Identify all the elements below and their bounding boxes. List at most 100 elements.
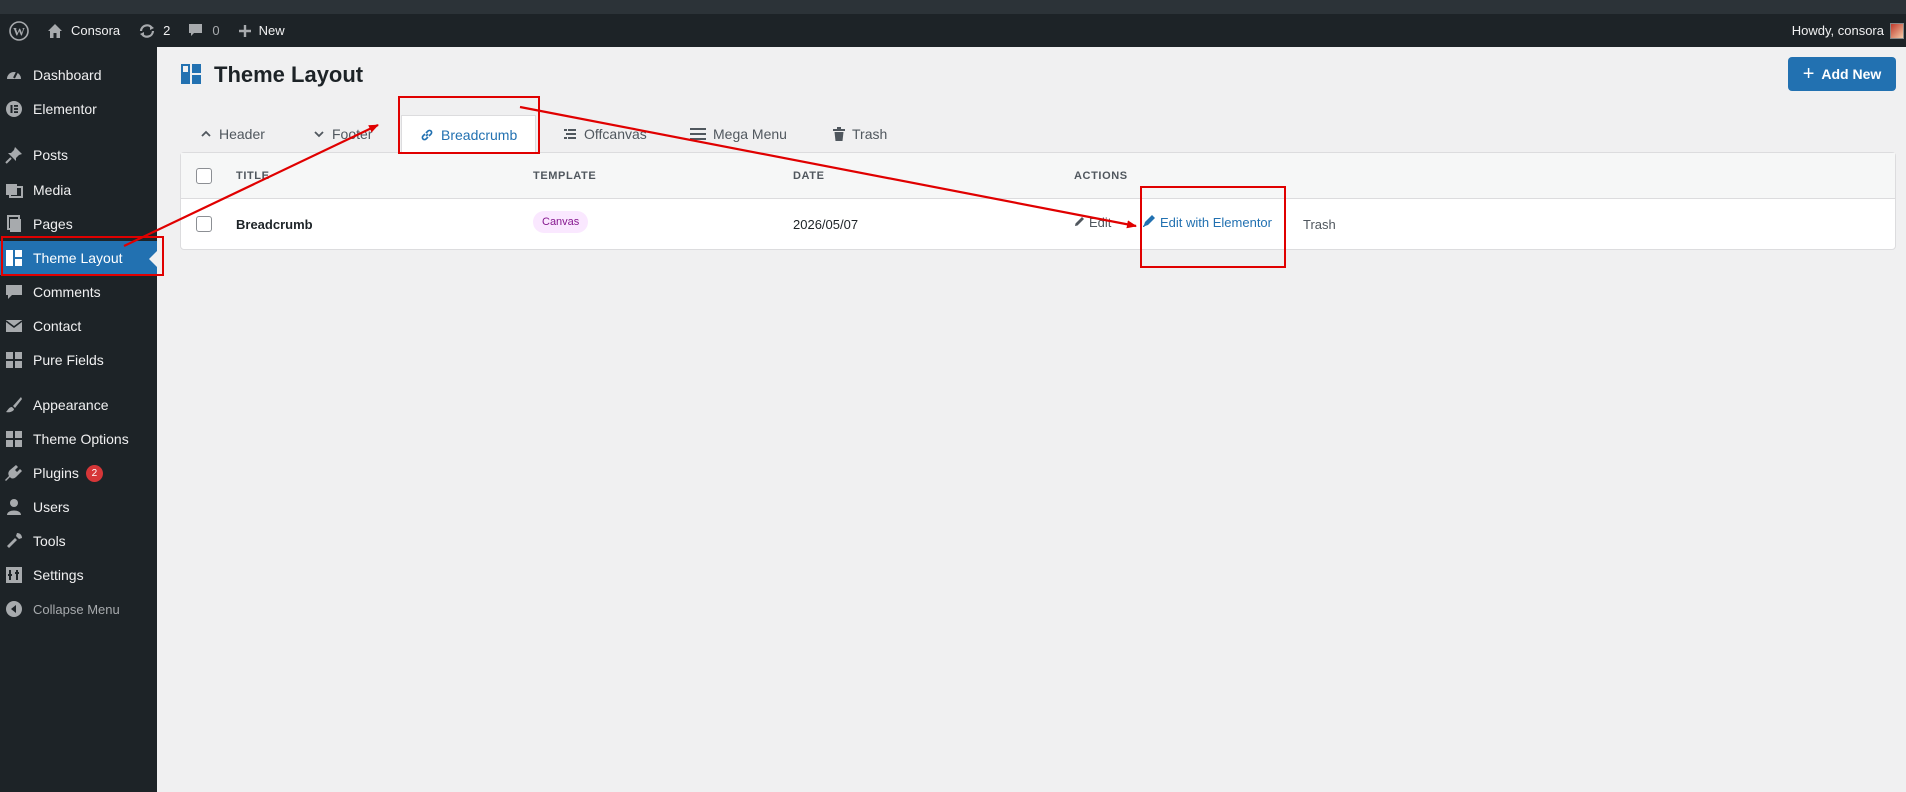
pencil-icon: [1074, 215, 1085, 230]
layouts-table: TITLE TEMPLATE DATE ACTIONS Breadcrumb C…: [180, 152, 1896, 250]
comment-icon: [4, 282, 24, 302]
tab-trash[interactable]: Trash: [833, 115, 887, 153]
svg-text:W: W: [13, 24, 25, 38]
tab-header[interactable]: Header: [200, 115, 265, 153]
sidebar-item-label: Elementor: [33, 101, 97, 117]
settings-icon: [4, 565, 24, 585]
add-new-label: Add New: [1821, 66, 1882, 82]
column-date: DATE: [793, 170, 825, 182]
pages-icon: [4, 214, 24, 234]
grid-icon: [4, 350, 24, 370]
collapse-menu-label: Collapse Menu: [33, 601, 120, 617]
sidebar-item-settings[interactable]: Settings: [0, 558, 157, 592]
column-actions: ACTIONS: [1074, 170, 1128, 182]
annotation-box-sidebar: [1, 236, 164, 276]
sidebar-item-label: Posts: [33, 147, 69, 163]
trash-link[interactable]: Trash: [1303, 217, 1336, 232]
comments-link[interactable]: 0: [179, 14, 228, 47]
sidebar-item-label: Contact: [33, 318, 82, 334]
menu-icon: [690, 127, 706, 141]
new-content-link[interactable]: New: [229, 14, 294, 47]
row-checkbox[interactable]: [196, 216, 212, 232]
plus-icon: +: [1802, 63, 1815, 85]
sidebar-item-elementor[interactable]: Elementor: [0, 92, 157, 126]
sidebar-item-dashboard[interactable]: Dashboard: [0, 58, 157, 92]
home-icon: [47, 23, 63, 39]
admin-sidebar: Dashboard Elementor Posts Media Pages Th…: [0, 47, 157, 792]
comments-count: 0: [212, 23, 220, 38]
tab-label: Trash: [852, 126, 888, 142]
tab-footer[interactable]: Footer: [313, 115, 372, 153]
sidebar-item-label: Media: [33, 182, 72, 198]
collapse-menu-button[interactable]: Collapse Menu: [0, 592, 157, 626]
layout-icon: [180, 63, 202, 88]
grid-icon: [4, 429, 24, 449]
trash-icon: [833, 127, 845, 141]
updates-link[interactable]: 2: [129, 14, 179, 47]
offcanvas-icon: [563, 127, 577, 141]
edit-link[interactable]: Edit: [1074, 215, 1111, 230]
my-account-link[interactable]: Howdy, consora: [1783, 14, 1906, 47]
avatar: [1890, 22, 1904, 39]
sidebar-item-users[interactable]: Users: [0, 490, 157, 524]
table-row: Breadcrumb Canvas 2026/05/07 Edit Edit w…: [181, 200, 1895, 250]
sidebar-item-label: Users: [33, 499, 70, 515]
sidebar-item-label: Tools: [33, 533, 66, 549]
table-header: TITLE TEMPLATE DATE ACTIONS: [181, 153, 1895, 199]
column-title: TITLE: [236, 170, 270, 182]
sidebar-item-label: Plugins: [33, 465, 79, 481]
add-new-button[interactable]: + Add New: [1788, 57, 1896, 91]
sidebar-item-contact[interactable]: Contact: [0, 309, 157, 343]
new-label: New: [258, 23, 285, 38]
sidebar-item-label: Theme Options: [33, 431, 129, 447]
plugins-update-badge: 2: [85, 464, 103, 482]
plus-icon: [238, 24, 252, 38]
user-icon: [4, 497, 24, 517]
site-name: Consora: [71, 23, 121, 38]
sidebar-item-label: Settings: [33, 567, 84, 583]
sidebar-item-posts[interactable]: Posts: [0, 138, 157, 172]
howdy-text: Howdy, consora: [1791, 23, 1884, 38]
comment-bubble-icon: [188, 23, 203, 38]
sidebar-item-tools[interactable]: Tools: [0, 524, 157, 558]
sidebar-item-comments[interactable]: Comments: [0, 275, 157, 309]
chevron-up-icon: [200, 128, 212, 140]
wrench-icon: [4, 531, 24, 551]
tab-label: Footer: [332, 126, 373, 142]
sidebar-item-label: Appearance: [33, 397, 109, 413]
media-icon: [4, 180, 24, 200]
collapse-arrow-icon: [4, 599, 24, 619]
page-title: Theme Layout: [214, 62, 364, 87]
sidebar-item-appearance[interactable]: Appearance: [0, 388, 157, 422]
plug-icon: [4, 463, 24, 483]
template-badge: Canvas: [533, 211, 589, 233]
sidebar-item-media[interactable]: Media: [0, 173, 157, 207]
wordpress-logo-icon[interactable]: W: [0, 14, 38, 47]
tab-label: Mega Menu: [713, 126, 787, 142]
row-date: 2026/05/07: [793, 217, 859, 232]
sidebar-item-label: Pages: [33, 216, 73, 232]
sidebar-item-plugins[interactable]: Plugins 2: [0, 456, 157, 490]
page-header: Theme Layout: [180, 62, 363, 88]
site-name-link[interactable]: Consora: [38, 14, 129, 47]
brush-icon: [4, 395, 24, 415]
gauge-icon: [4, 65, 24, 85]
trash-label: Trash: [1303, 217, 1336, 232]
annotation-box-tab: [398, 96, 540, 154]
select-all-checkbox[interactable]: [196, 168, 212, 184]
chevron-down-icon: [313, 128, 325, 140]
elementor-icon: [4, 99, 24, 119]
annotation-box-elementor: [1140, 186, 1286, 268]
pin-icon: [4, 145, 24, 165]
edit-label: Edit: [1089, 215, 1112, 230]
updates-icon: [138, 23, 156, 39]
tab-offcanvas[interactable]: Offcanvas: [563, 115, 647, 153]
tab-mega-menu[interactable]: Mega Menu: [690, 115, 787, 153]
tab-label: Offcanvas: [584, 126, 647, 142]
sidebar-item-theme-options[interactable]: Theme Options: [0, 422, 157, 456]
tab-label: Header: [219, 126, 265, 142]
mail-icon: [4, 316, 24, 336]
sidebar-item-pure-fields[interactable]: Pure Fields: [0, 343, 157, 377]
row-title[interactable]: Breadcrumb: [236, 217, 313, 232]
column-template: TEMPLATE: [533, 170, 597, 182]
